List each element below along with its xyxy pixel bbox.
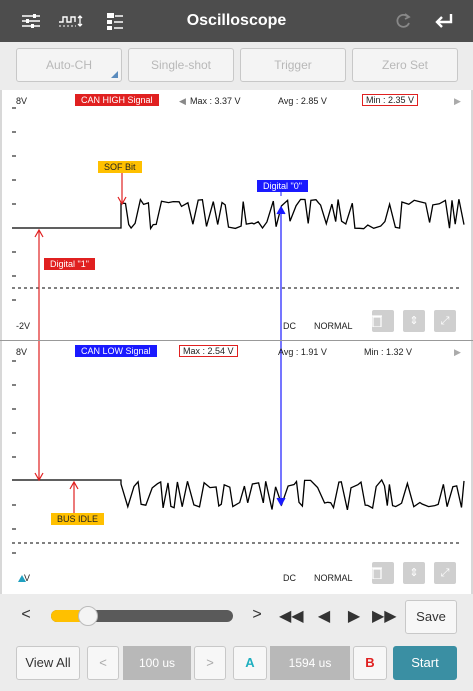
channel1-min: Min : 2.35 V (362, 94, 419, 106)
channel1-coupling: DC (283, 321, 296, 331)
channel2-top-voltage: 8V (16, 347, 28, 357)
channel1-bottom-voltage: -2V (16, 321, 31, 331)
title-bar: Oscilloscope (0, 0, 473, 42)
play-back-icon[interactable]: ◀ (314, 606, 334, 626)
zero-set-button[interactable]: Zero Set (352, 48, 458, 82)
save-button[interactable]: Save (405, 600, 457, 634)
waveform-icon[interactable] (56, 6, 86, 36)
digital1-callout: Digital "1" (44, 258, 95, 270)
dropdown-corner-icon (111, 71, 118, 78)
channel1-waveform (12, 197, 465, 231)
chevron-left-icon[interactable]: < (16, 606, 36, 624)
fast-forward-icon[interactable]: ▶▶ (372, 606, 397, 626)
channel1-mode: NORMAL (314, 321, 353, 331)
channel2-scope-panel[interactable]: 8V CAN LOW Signal Max : 2.54 V Avg : 1.9… (0, 341, 473, 594)
vertical-arrows-icon[interactable]: ⇕ (403, 310, 425, 332)
channel2-max: Max : 2.54 V (179, 345, 238, 357)
channel1-top-voltage: 8V (16, 96, 28, 106)
channel2-graph (12, 341, 465, 582)
trash-icon[interactable] (372, 562, 394, 584)
bottom-control-row: View All < 100 us > A 1594 us B Start (0, 640, 473, 691)
timebase-decrease-button[interactable]: < (87, 646, 119, 680)
channel-config-icon[interactable] (100, 6, 130, 36)
channel1-signal-label: CAN HIGH Signal (75, 94, 159, 106)
mode-button-row: Auto-CH Single-shot Trigger Zero Set (0, 42, 473, 90)
channel2-mode: NORMAL (314, 573, 353, 583)
auto-ch-button[interactable]: Auto-CH (16, 48, 122, 82)
sof-bit-callout: SOF Bit (98, 161, 142, 173)
channel2-bottom-voltage: V (24, 573, 31, 583)
expand-icon[interactable]: ⤢ (434, 310, 456, 332)
channel1-avg: Avg : 2.85 V (278, 96, 327, 106)
refresh-icon[interactable] (388, 6, 418, 36)
vertical-arrows-icon[interactable]: ⇕ (403, 562, 425, 584)
timeline-slider-knob[interactable] (78, 606, 99, 626)
cursor-delta-value: 1594 us (270, 646, 350, 680)
channel1-scope-panel[interactable]: 8V CAN HIGH Signal ◀ Max : 3.37 V Avg : … (0, 90, 473, 340)
timeline-slider[interactable] (51, 606, 233, 626)
channel2-waveform (12, 478, 465, 511)
channel2-signal-label: CAN LOW Signal (75, 345, 157, 357)
timebase-increase-button[interactable]: > (194, 646, 226, 680)
trash-icon[interactable] (372, 310, 394, 332)
channel2-min: Min : 1.32 V (364, 347, 413, 357)
timebase-value: 100 us (123, 646, 191, 680)
view-all-button[interactable]: View All (16, 646, 80, 680)
trigger-button[interactable]: Trigger (240, 48, 346, 82)
digital0-callout: Digital "0" (257, 180, 308, 192)
chevron-right-icon[interactable]: > (247, 606, 267, 624)
fast-rewind-icon[interactable]: ◀◀ (279, 606, 304, 626)
bus-idle-callout: BUS IDLE (51, 513, 105, 525)
channel2-coupling: DC (283, 573, 296, 583)
channel1-max: Max : 3.37 V (190, 96, 241, 106)
channel2-next-icon[interactable]: ▶ (454, 347, 461, 358)
single-shot-button[interactable]: Single-shot (128, 48, 234, 82)
cursor-a-button[interactable]: A (233, 646, 267, 680)
play-forward-icon[interactable]: ▶ (344, 606, 364, 626)
cursor-b-button[interactable]: B (353, 646, 387, 680)
auto-ch-label: Auto-CH (45, 58, 92, 72)
playback-control-row: < > ◀◀ ◀ ▶ ▶▶ Save (0, 594, 473, 640)
channel1-graph (12, 107, 465, 340)
settings-sliders-icon[interactable] (16, 6, 46, 36)
expand-icon[interactable]: ⤢ (434, 562, 456, 584)
channel2-avg: Avg : 1.91 V (278, 347, 327, 357)
channel1-next-icon[interactable]: ▶ (454, 96, 461, 107)
start-button[interactable]: Start (393, 646, 457, 680)
back-arrow-icon[interactable] (428, 6, 458, 36)
channel2-ticks (12, 360, 16, 554)
channel1-prev-icon[interactable]: ◀ (179, 96, 186, 107)
channel1-ticks (12, 107, 16, 301)
